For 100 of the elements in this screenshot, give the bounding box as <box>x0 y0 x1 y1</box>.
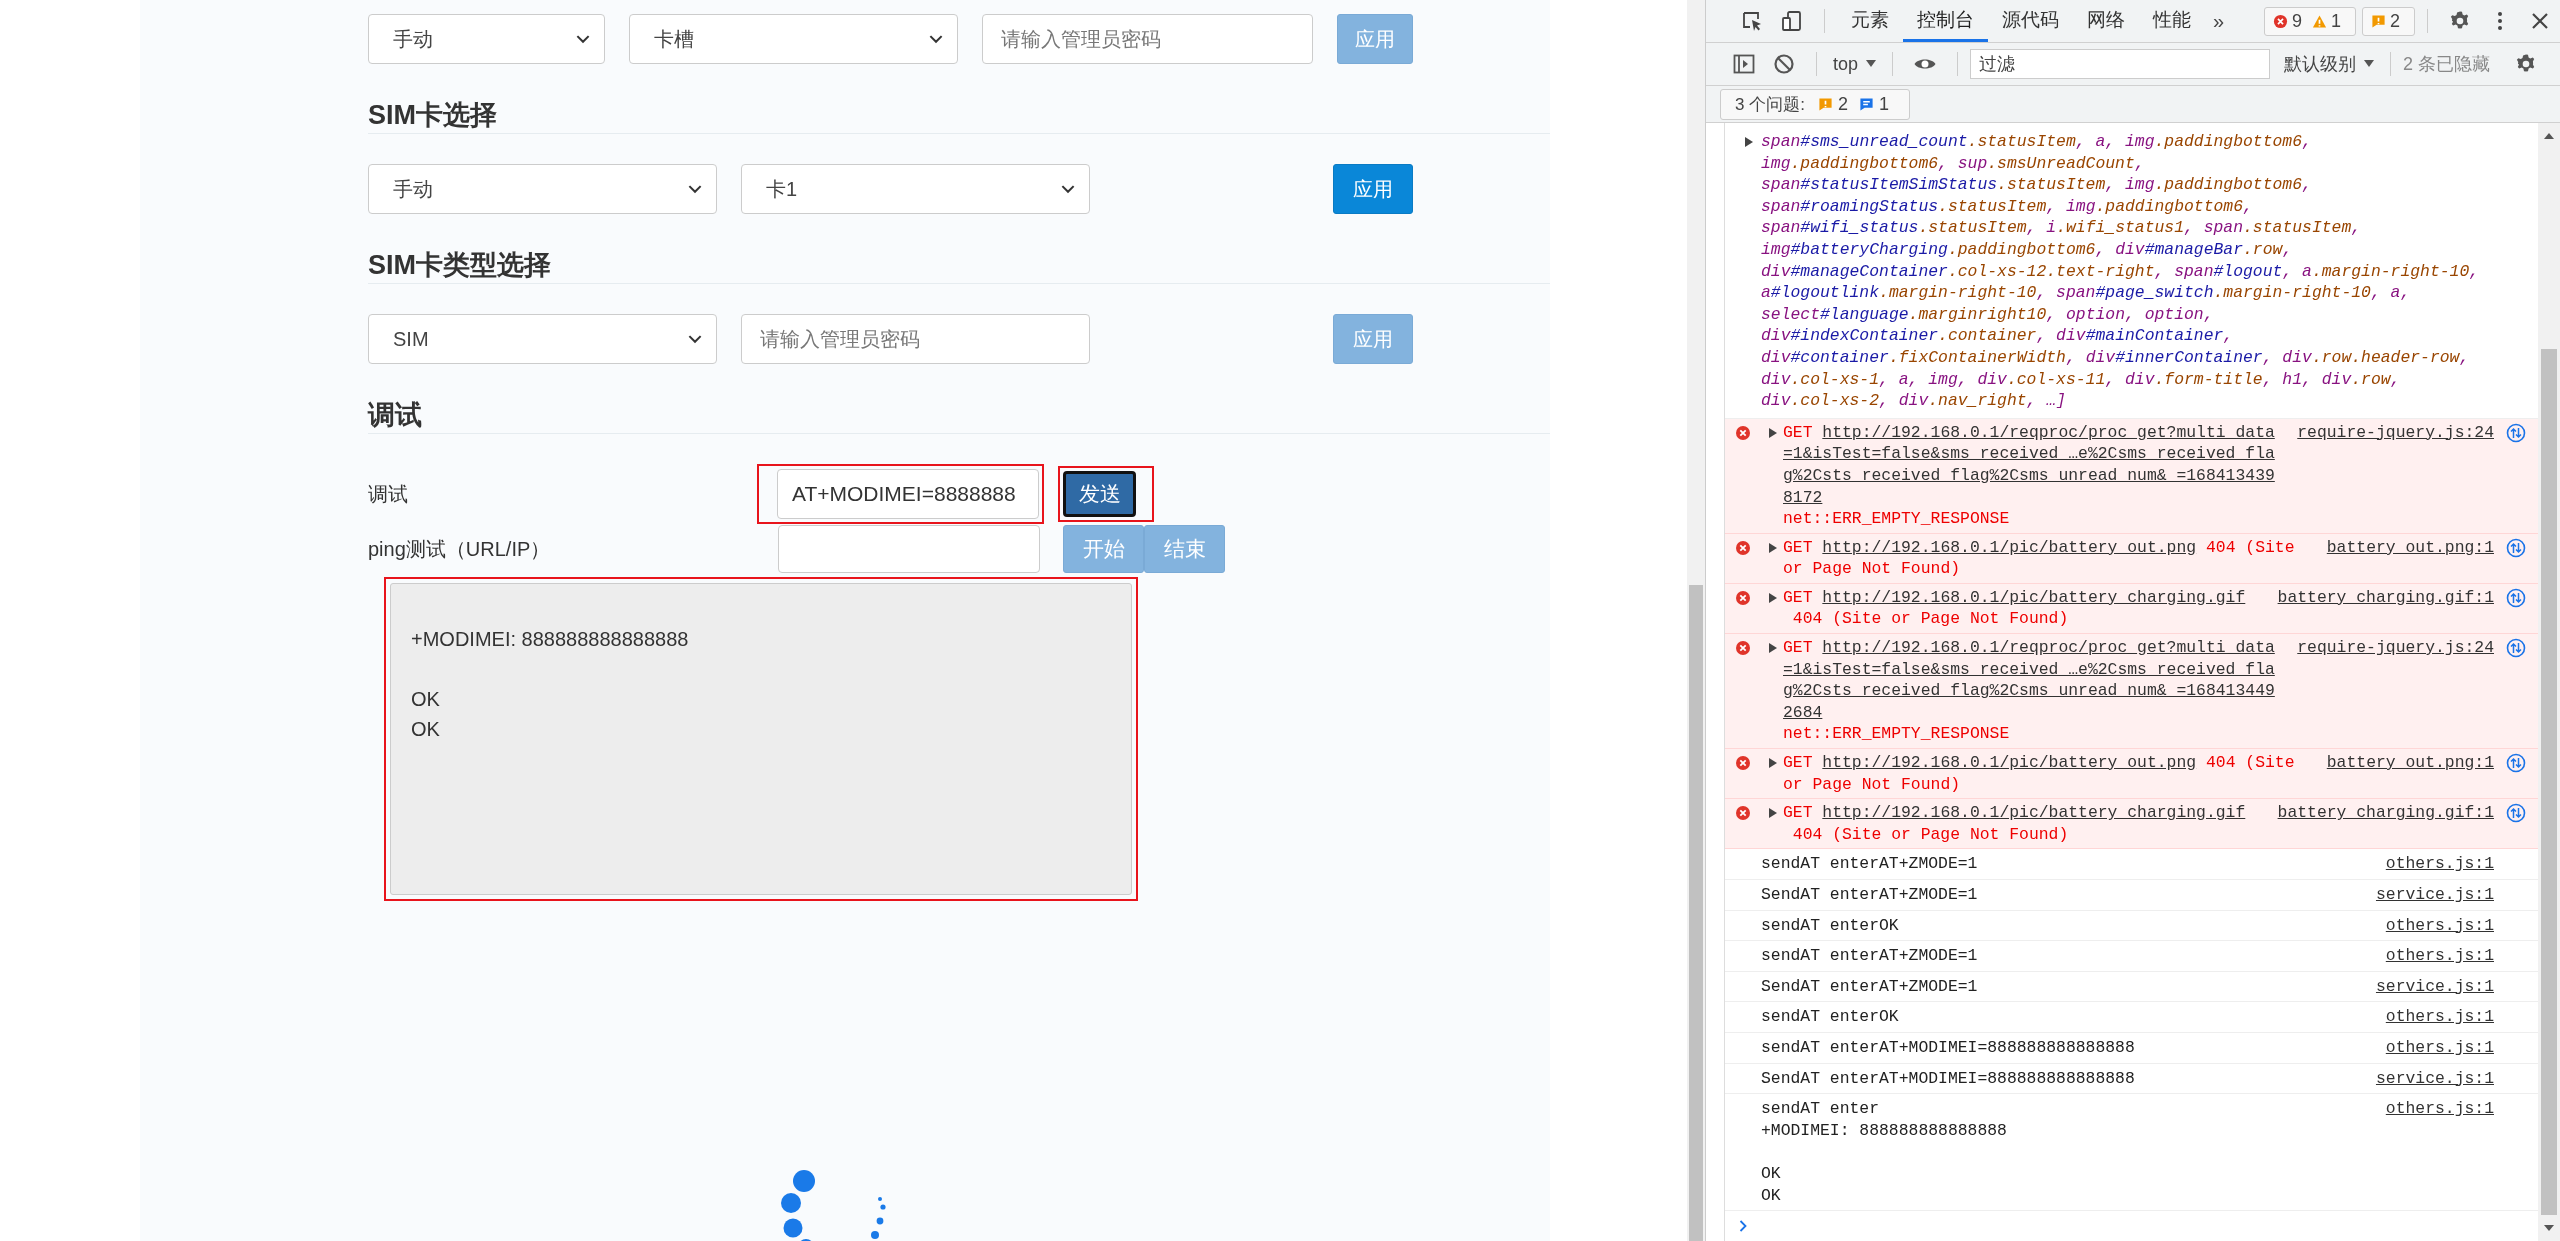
source-link[interactable]: battery_charging.gif:1 <box>2277 802 2494 846</box>
more-tabs-button[interactable]: » <box>2205 9 2239 33</box>
console-object-line: div#container.fixContainerWidth, div#innerContainer, div.row.header-row, <box>1761 346 2471 369</box>
at-command-field[interactable]: AT+MODIMEI=8888888 <box>777 469 1039 519</box>
expand-triangle-icon[interactable] <box>1769 427 1777 438</box>
console-object-line: div#indexContainer.container, div#mainContainer, <box>1761 325 2235 347</box>
devtools-tab[interactable]: 元素 <box>1837 0 1903 42</box>
console-prompt-icon[interactable] <box>1739 1220 1748 1233</box>
dropdown[interactable]: 手动 <box>368 164 717 214</box>
password-field[interactable]: 请输入管理员密码 <box>741 314 1090 364</box>
network-request-icon[interactable] <box>2506 422 2526 443</box>
section-title: SIM卡类型选择 <box>368 247 1550 284</box>
filter-field[interactable]: 过滤 <box>1970 49 2271 79</box>
console-log-message: sendAT enterAT+ZMODE=1 <box>1761 945 1979 967</box>
hidden-messages-count: 2 条已隐藏 <box>2403 53 2491 76</box>
scroll-up-icon[interactable] <box>2544 133 2554 139</box>
chevron-down-icon <box>688 334 702 344</box>
at-command-label: 调试 <box>368 481 409 507</box>
console-object-line: span#sms_unread_count.statusItem, a, img.paddingbottom6, <box>1761 131 2313 153</box>
source-link[interactable]: battery_charging.gif:1 <box>2277 586 2494 631</box>
context-dropdown[interactable]: top <box>1829 53 1881 75</box>
console-log-message: sendAT enterOK <box>1761 1006 1900 1028</box>
dropdown[interactable]: 卡槽 <box>629 14 959 64</box>
send-button[interactable]: 发送 <box>1063 471 1136 517</box>
expand-triangle-icon[interactable] <box>1769 808 1777 819</box>
source-link[interactable]: service.js:1 <box>2375 1067 2494 1090</box>
console-log-message: sendAT enterAT+MODIMEI=888888888888888 <box>1761 1036 2136 1059</box>
issues-counter[interactable]: 2 <box>2362 6 2415 36</box>
source-link[interactable]: others.js:1 <box>2385 945 2494 967</box>
error-icon <box>1735 424 1751 441</box>
expand-triangle-icon[interactable] <box>1745 137 1753 147</box>
source-link[interactable]: battery_out.png:1 <box>2326 536 2494 580</box>
source-link[interactable]: service.js:1 <box>2375 884 2494 906</box>
console-scrollbar[interactable] <box>2538 123 2560 1241</box>
console-object-line: span#roamingStatus.statusItem, img.paddingbottom6, <box>1761 195 2254 218</box>
source-link[interactable]: service.js:1 <box>2375 975 2494 998</box>
clear-console-icon[interactable] <box>1772 52 1796 76</box>
console-error-message: GET http://192.168.0.1/reqproc/proc_get?multi_data=1&isTest=false&sms_received_…e%2Csms_received_flag%2Csts_received_flag%2Csms_unread_num&_=1684134492684 net::ERR_EMPTY_RESPONSE <box>1783 637 2276 746</box>
console-log-message: SendAT enterAT+ZMODE=1 <box>1761 975 1979 998</box>
console-object-line: div.col-xs-2, div.nav_right, …] <box>1761 390 2067 412</box>
expand-triangle-icon[interactable] <box>1769 592 1777 603</box>
network-request-icon[interactable] <box>2506 537 2526 558</box>
console-log-message: sendAT enterAT+ZMODE=1 <box>1761 853 1979 875</box>
ping-address-field[interactable] <box>778 525 1040 573</box>
source-link[interactable]: others.js:1 <box>2385 1006 2494 1028</box>
scroll-down-icon[interactable] <box>2544 1225 2554 1231</box>
issue-icon <box>1817 96 1833 112</box>
network-request-icon[interactable] <box>2506 803 2526 824</box>
section-title: SIM卡选择 <box>368 97 1550 134</box>
response-output-area: +MODIMEI: 888888888888888 OK OK <box>390 583 1132 895</box>
console-object-line: img#batteryCharging.paddingbottom6, div#manageBar.row, <box>1761 238 2294 261</box>
ping-test-label: ping测试（URL/IP） <box>368 536 552 562</box>
console-object-line: div#manageContainer.col-xs-12.text-right, span#logout, a.margin-right-10, <box>1761 260 2480 283</box>
error-icon <box>1735 640 1751 657</box>
source-link[interactable]: battery_out.png:1 <box>2326 752 2494 796</box>
console-error-message: GET http://192.168.0.1/pic/battery_out.png 404 (Site or Page Not Found) <box>1783 752 2296 796</box>
apply-button[interactable]: 应用 <box>1333 164 1413 214</box>
chevron-down-icon <box>1061 184 1075 194</box>
console-error-message: GET http://192.168.0.1/pic/battery_out.png 404 (Site or Page Not Found) <box>1783 536 2296 580</box>
error-icon <box>1735 589 1751 606</box>
console-error-message: GET http://192.168.0.1/pic/battery_charging.gif 404 (Site or Page Not Found) <box>1783 586 2247 631</box>
info-message-icon <box>1858 96 1874 112</box>
console-object-line: a#logoutlink.margin-right-10, span#page_switch.margin-right-10, a, <box>1761 282 2412 304</box>
issues-label: 3 个问题: <box>1735 93 1805 116</box>
log-level-dropdown[interactable]: 默认级别 <box>2280 52 2379 76</box>
devtools-tab[interactable]: 网络 <box>2073 0 2139 42</box>
console-log-message: sendAT enterOK <box>1761 914 1900 937</box>
network-request-icon[interactable] <box>2506 638 2526 659</box>
expand-triangle-icon[interactable] <box>1769 758 1777 769</box>
console-error-message: GET http://192.168.0.1/reqproc/proc_get?multi_data=1&isTest=false&sms_received_…e%2Csms_received_flag%2Csts_received_flag%2Csms_unread_num&_=1684134398172 net::ERR_EMPTY_RESPONSE <box>1783 421 2276 530</box>
chevron-down-icon <box>576 34 591 44</box>
expand-triangle-icon[interactable] <box>1769 542 1777 553</box>
dropdown[interactable]: SIM <box>368 314 717 364</box>
error-warning-counter[interactable]: 9 1 <box>2263 6 2356 36</box>
info-issue-count: 1 <box>1878 93 1889 115</box>
network-request-icon[interactable] <box>2506 587 2526 608</box>
password-field[interactable]: 请输入管理员密码 <box>982 14 1314 64</box>
source-link[interactable]: require-jquery.js:24 <box>2297 637 2494 746</box>
console-object-line: span#statusItemSimStatus.statusItem, img.paddingbottom6, <box>1761 174 2313 196</box>
devtools-tab[interactable]: 性能 <box>2139 0 2205 42</box>
source-link[interactable]: others.js:1 <box>2385 1036 2494 1059</box>
source-link[interactable]: others.js:1 <box>2385 914 2494 937</box>
device-toolbar-icon[interactable] <box>1780 9 1804 33</box>
source-link[interactable]: require-jquery.js:24 <box>2297 421 2494 530</box>
network-request-icon[interactable] <box>2506 753 2526 774</box>
dropdown[interactable]: 卡1 <box>741 164 1090 214</box>
devtools-tab[interactable]: 源代码 <box>1988 0 2073 42</box>
section-title: 调试 <box>368 397 1550 434</box>
error-icon <box>1735 805 1751 822</box>
dropdown-triangle-icon <box>1866 60 1877 68</box>
issues-button[interactable]: 3 个问题: 2 1 <box>1720 88 1910 120</box>
dropdown[interactable]: 手动 <box>368 14 606 64</box>
console-log-message: sendAT enter +MODIMEI: 888888888888888 OK OK <box>1761 1098 2008 1207</box>
issue-count: 2 <box>2390 10 2400 32</box>
warning-count: 1 <box>2330 10 2341 32</box>
source-link[interactable]: others.js:1 <box>2385 1098 2494 1207</box>
expand-triangle-icon[interactable] <box>1769 643 1777 654</box>
source-link[interactable]: others.js:1 <box>2385 853 2494 875</box>
page-scrollbar[interactable] <box>1687 0 1705 1241</box>
sidebar-toggle-icon[interactable] <box>1732 52 1756 76</box>
